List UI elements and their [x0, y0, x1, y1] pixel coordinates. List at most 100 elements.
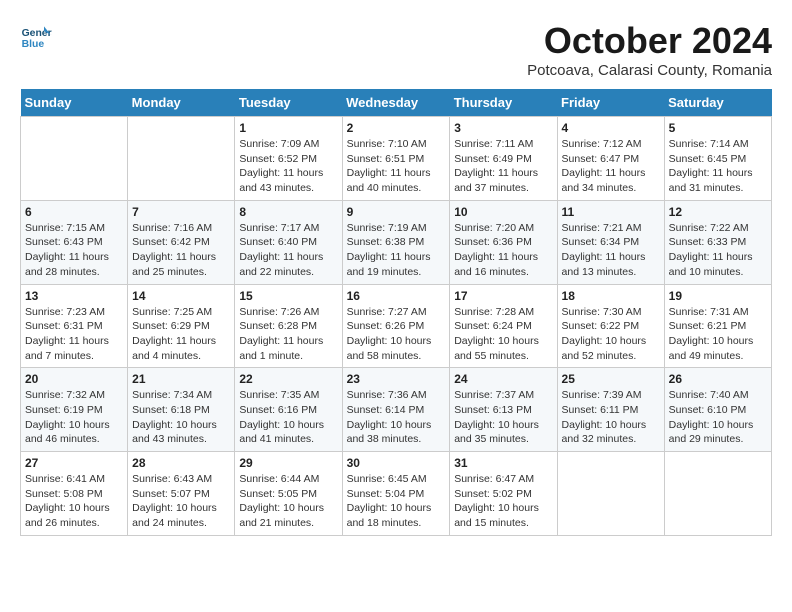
day-number: 10	[454, 205, 552, 219]
day-info: Sunrise: 6:45 AM Sunset: 5:04 PM Dayligh…	[347, 472, 446, 531]
day-number: 8	[239, 205, 337, 219]
day-info: Sunrise: 7:15 AM Sunset: 6:43 PM Dayligh…	[25, 221, 123, 280]
calendar-cell	[557, 452, 664, 536]
day-info: Sunrise: 7:19 AM Sunset: 6:38 PM Dayligh…	[347, 221, 446, 280]
svg-text:General: General	[22, 28, 52, 39]
day-number: 3	[454, 121, 552, 135]
day-info: Sunrise: 7:40 AM Sunset: 6:10 PM Dayligh…	[669, 388, 767, 447]
weekday-friday: Friday	[557, 89, 664, 117]
day-number: 14	[132, 289, 230, 303]
calendar-cell: 17Sunrise: 7:28 AM Sunset: 6:24 PM Dayli…	[450, 284, 557, 368]
day-number: 17	[454, 289, 552, 303]
calendar-cell: 31 Sunrise: 6:47 AM Sunset: 5:02 PM Dayli…	[450, 452, 557, 536]
weekday-saturday: Saturday	[664, 89, 771, 117]
svg-text:Blue: Blue	[22, 39, 45, 50]
calendar-cell: 6Sunrise: 7:15 AM Sunset: 6:43 PM Daylig…	[21, 200, 128, 284]
day-info: Sunrise: 7:09 AM Sunset: 6:52 PM Dayligh…	[239, 137, 337, 196]
calendar-cell: 15 Sunrise: 7:26 AM Sunset: 6:28 PM Dayli…	[235, 284, 342, 368]
calendar-cell: 9 Sunrise: 7:19 AM Sunset: 6:38 PM Daylig…	[342, 200, 450, 284]
calendar-cell	[128, 117, 235, 201]
day-info: Sunrise: 7:32 AM Sunset: 6:19 PM Dayligh…	[25, 388, 123, 447]
calendar-cell: 27Sunrise: 6:41 AM Sunset: 5:08 PM Dayli…	[21, 452, 128, 536]
calendar-cell: 14 Sunrise: 7:25 AM Sunset: 6:29 PM Dayli…	[128, 284, 235, 368]
day-info: Sunrise: 7:25 AM Sunset: 6:29 PM Dayligh…	[132, 305, 230, 364]
calendar-cell: 3 Sunrise: 7:11 AM Sunset: 6:49 PM Daylig…	[450, 117, 557, 201]
day-info: Sunrise: 7:14 AM Sunset: 6:45 PM Dayligh…	[669, 137, 767, 196]
calendar-cell: 22Sunrise: 7:35 AM Sunset: 6:16 PM Dayli…	[235, 368, 342, 452]
week-row-1: 1 Sunrise: 7:09 AM Sunset: 6:52 PM Daylig…	[21, 117, 772, 201]
day-info: Sunrise: 7:20 AM Sunset: 6:36 PM Dayligh…	[454, 221, 552, 280]
day-number: 9	[347, 205, 446, 219]
calendar-cell: 30 Sunrise: 6:45 AM Sunset: 5:04 PM Dayli…	[342, 452, 450, 536]
calendar-body: 1 Sunrise: 7:09 AM Sunset: 6:52 PM Daylig…	[21, 117, 772, 536]
day-info: Sunrise: 7:21 AM Sunset: 6:34 PM Dayligh…	[562, 221, 660, 280]
week-row-5: 27Sunrise: 6:41 AM Sunset: 5:08 PM Dayli…	[21, 452, 772, 536]
day-number: 15	[239, 289, 337, 303]
calendar-cell: 28Sunrise: 6:43 AM Sunset: 5:07 PM Dayli…	[128, 452, 235, 536]
weekday-thursday: Thursday	[450, 89, 557, 117]
day-number: 29	[239, 456, 337, 470]
day-info: Sunrise: 7:23 AM Sunset: 6:31 PM Dayligh…	[25, 305, 123, 364]
location-title: Potcoava, Calarasi County, Romania	[527, 62, 772, 79]
calendar-cell: 19 Sunrise: 7:31 AM Sunset: 6:21 PM Dayli…	[664, 284, 771, 368]
calendar-cell: 5 Sunrise: 7:14 AM Sunset: 6:45 PM Daylig…	[664, 117, 771, 201]
day-info: Sunrise: 7:12 AM Sunset: 6:47 PM Dayligh…	[562, 137, 660, 196]
day-number: 31	[454, 456, 552, 470]
calendar-cell: 16 Sunrise: 7:27 AM Sunset: 6:26 PM Dayli…	[342, 284, 450, 368]
calendar-cell: 20 Sunrise: 7:32 AM Sunset: 6:19 PM Dayli…	[21, 368, 128, 452]
day-info: Sunrise: 7:30 AM Sunset: 6:22 PM Dayligh…	[562, 305, 660, 364]
week-row-3: 13 Sunrise: 7:23 AM Sunset: 6:31 PM Dayli…	[21, 284, 772, 368]
day-number: 19	[669, 289, 767, 303]
day-number: 26	[669, 372, 767, 386]
day-number: 4	[562, 121, 660, 135]
day-info: Sunrise: 7:26 AM Sunset: 6:28 PM Dayligh…	[239, 305, 337, 364]
day-number: 2	[347, 121, 446, 135]
day-number: 7	[132, 205, 230, 219]
page-header: General Blue October 2024 Potcoava, Cala…	[20, 20, 772, 79]
day-number: 30	[347, 456, 446, 470]
day-info: Sunrise: 7:34 AM Sunset: 6:18 PM Dayligh…	[132, 388, 230, 447]
day-info: Sunrise: 7:27 AM Sunset: 6:26 PM Dayligh…	[347, 305, 446, 364]
day-info: Sunrise: 7:22 AM Sunset: 6:33 PM Dayligh…	[669, 221, 767, 280]
calendar-table: SundayMondayTuesdayWednesdayThursdayFrid…	[20, 89, 772, 536]
day-number: 5	[669, 121, 767, 135]
day-number: 16	[347, 289, 446, 303]
calendar-cell: 29 Sunrise: 6:44 AM Sunset: 5:05 PM Dayli…	[235, 452, 342, 536]
calendar-cell: 8Sunrise: 7:17 AM Sunset: 6:40 PM Daylig…	[235, 200, 342, 284]
day-number: 25	[562, 372, 660, 386]
calendar-cell: 10 Sunrise: 7:20 AM Sunset: 6:36 PM Dayli…	[450, 200, 557, 284]
logo-icon: General Blue	[20, 20, 52, 52]
calendar-cell	[21, 117, 128, 201]
day-info: Sunrise: 6:43 AM Sunset: 5:07 PM Dayligh…	[132, 472, 230, 531]
calendar-cell: 2 Sunrise: 7:10 AM Sunset: 6:51 PM Daylig…	[342, 117, 450, 201]
title-area: October 2024 Potcoava, Calarasi County, …	[527, 20, 772, 79]
calendar-cell: 13 Sunrise: 7:23 AM Sunset: 6:31 PM Dayli…	[21, 284, 128, 368]
calendar-cell: 7 Sunrise: 7:16 AM Sunset: 6:42 PM Daylig…	[128, 200, 235, 284]
week-row-2: 6Sunrise: 7:15 AM Sunset: 6:43 PM Daylig…	[21, 200, 772, 284]
day-number: 13	[25, 289, 123, 303]
day-number: 24	[454, 372, 552, 386]
calendar-cell: 21Sunrise: 7:34 AM Sunset: 6:18 PM Dayli…	[128, 368, 235, 452]
day-number: 22	[239, 372, 337, 386]
month-title: October 2024	[527, 20, 772, 62]
day-number: 20	[25, 372, 123, 386]
day-number: 23	[347, 372, 446, 386]
day-number: 12	[669, 205, 767, 219]
day-info: Sunrise: 7:11 AM Sunset: 6:49 PM Dayligh…	[454, 137, 552, 196]
day-info: Sunrise: 6:44 AM Sunset: 5:05 PM Dayligh…	[239, 472, 337, 531]
calendar-cell: 25 Sunrise: 7:39 AM Sunset: 6:11 PM Dayli…	[557, 368, 664, 452]
day-number: 18	[562, 289, 660, 303]
calendar-cell: 23Sunrise: 7:36 AM Sunset: 6:14 PM Dayli…	[342, 368, 450, 452]
day-number: 11	[562, 205, 660, 219]
calendar-cell: 1 Sunrise: 7:09 AM Sunset: 6:52 PM Daylig…	[235, 117, 342, 201]
day-number: 1	[239, 121, 337, 135]
day-info: Sunrise: 6:47 AM Sunset: 5:02 PM Dayligh…	[454, 472, 552, 531]
day-info: Sunrise: 7:16 AM Sunset: 6:42 PM Dayligh…	[132, 221, 230, 280]
weekday-header-row: SundayMondayTuesdayWednesdayThursdayFrid…	[21, 89, 772, 117]
day-info: Sunrise: 7:10 AM Sunset: 6:51 PM Dayligh…	[347, 137, 446, 196]
day-info: Sunrise: 7:39 AM Sunset: 6:11 PM Dayligh…	[562, 388, 660, 447]
calendar-cell: 11 Sunrise: 7:21 AM Sunset: 6:34 PM Dayli…	[557, 200, 664, 284]
calendar-cell: 24Sunrise: 7:37 AM Sunset: 6:13 PM Dayli…	[450, 368, 557, 452]
calendar-cell	[664, 452, 771, 536]
day-info: Sunrise: 7:31 AM Sunset: 6:21 PM Dayligh…	[669, 305, 767, 364]
